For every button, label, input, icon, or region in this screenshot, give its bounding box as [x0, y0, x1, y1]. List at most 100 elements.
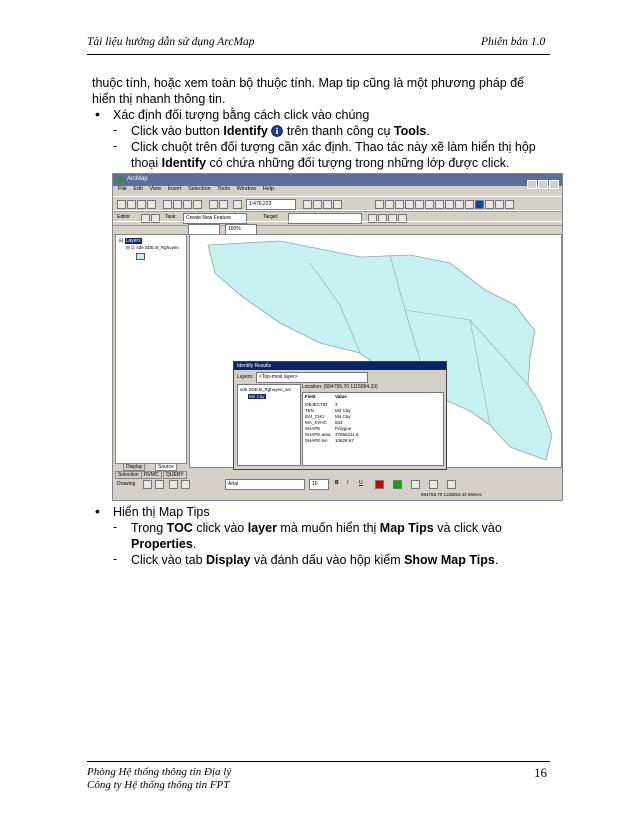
italic-icon[interactable]: I — [347, 480, 348, 486]
sub-text: có chứa những đối tượng trong những lớp … — [206, 156, 510, 170]
save-icon[interactable] — [137, 200, 146, 209]
info-icon — [271, 125, 284, 137]
drawing-menu[interactable]: Drawing — [117, 481, 135, 487]
status-coordinates: 584755.70 1115094.33 Meters — [421, 492, 482, 497]
bullet-1-text: Xác định đối tượng bằng cách click vào c… — [113, 108, 370, 122]
sub-text: thoại — [131, 156, 162, 170]
tree-root[interactable]: sde.SDE.B_Rghuyen_arc — [240, 387, 291, 392]
rectangle-icon[interactable] — [169, 480, 178, 489]
delete-icon[interactable] — [193, 200, 202, 209]
new-icon[interactable] — [117, 200, 126, 209]
marker-color-icon[interactable] — [429, 480, 438, 489]
toc-layers[interactable]: ⊟ Layers — [119, 238, 142, 244]
open-icon[interactable] — [127, 200, 136, 209]
find-icon[interactable] — [485, 200, 494, 209]
text-icon[interactable] — [181, 480, 190, 489]
bold-icon[interactable]: B — [335, 480, 339, 486]
sub-text: Trong — [131, 521, 167, 535]
shadow-color-icon[interactable] — [447, 480, 456, 489]
identify-layers-label: Layers: — [237, 374, 254, 380]
identify-icon[interactable] — [475, 200, 484, 209]
font-color-icon[interactable] — [375, 480, 384, 489]
table-of-contents: ⊟ Layers ⊟ ☑ sde.SDE.B_Rghuyen — [115, 234, 187, 464]
menu-help[interactable]: Help — [263, 186, 274, 192]
arcmap-icon — [116, 176, 124, 184]
menu-edit[interactable]: Edit — [133, 186, 142, 192]
menu-selection[interactable]: Selection — [188, 186, 211, 192]
sub-text: và đánh dấu vào hộp kiểm — [250, 553, 405, 567]
back-icon[interactable] — [435, 200, 444, 209]
footer-line-1: Phòng Hệ thống thông tin Địa lý — [87, 766, 232, 778]
georef-toolbar: 100% — [113, 221, 562, 235]
layers-label: Layers — [124, 238, 142, 244]
footer-line-2: Công ty Hệ thống thông tin FPT — [87, 779, 230, 791]
add-data-icon[interactable] — [233, 200, 242, 209]
fontsize-combo[interactable]: 10 — [309, 479, 329, 490]
identify-results-dialog: Identify Results Layers: <Top-most layer… — [233, 361, 447, 470]
window-title-bar: ArcMap — [113, 174, 562, 189]
bullet-marker: • — [95, 503, 100, 519]
tab-display[interactable]: Display — [123, 463, 146, 471]
header-left: Tài liệu hướng dẫn sử dụng ArcMap — [87, 36, 255, 48]
sub-bold: TOC — [166, 521, 193, 535]
redo-icon[interactable] — [219, 200, 228, 209]
layer-symbol[interactable] — [136, 253, 145, 260]
font-combo[interactable]: Arial — [225, 479, 305, 490]
menu-tools[interactable]: Tools — [217, 186, 230, 192]
identify-layers-combo[interactable]: <Top-most layer> — [256, 372, 368, 383]
para-line-1: thuộc tính, hoặc xem toàn bộ thuộc tính.… — [92, 76, 525, 90]
catalog-icon[interactable] — [323, 200, 332, 209]
value-cell: Polygon — [335, 426, 352, 431]
hyperlink-icon[interactable] — [505, 200, 514, 209]
select-elements-icon[interactable] — [465, 200, 474, 209]
underline-icon[interactable]: U — [359, 480, 363, 486]
bullet-1-sub-1: Click vào button Identify trên thanh côn… — [131, 123, 430, 139]
fixed-zoom-in-icon[interactable] — [395, 200, 404, 209]
value-cell: 10628.67 — [335, 438, 354, 443]
tab-source[interactable]: Source — [155, 463, 177, 471]
forward-icon[interactable] — [445, 200, 454, 209]
menu-window[interactable]: Window — [237, 186, 257, 192]
print-icon[interactable] — [147, 200, 156, 209]
sub-bold: layer — [247, 521, 277, 535]
copy-icon[interactable] — [173, 200, 182, 209]
editor-menu[interactable]: Editor — [117, 214, 130, 220]
dash-marker: - — [113, 520, 118, 534]
sub-bold: Identify — [223, 124, 268, 138]
menu-file[interactable]: File — [118, 186, 127, 192]
rotate-icon[interactable] — [155, 480, 164, 489]
pan-icon[interactable] — [415, 200, 424, 209]
paste-icon[interactable] — [183, 200, 192, 209]
editor-toolbar-icon[interactable] — [303, 200, 312, 209]
bullet-2-sub-2: Click vào tab Display và đánh dấu vào hộ… — [131, 552, 498, 568]
status-bar: 584755.70 1115094.33 Meters — [113, 490, 562, 500]
fixed-zoom-out-icon[interactable] — [405, 200, 414, 209]
select-features-icon[interactable] — [455, 200, 464, 209]
field-cell: MA_XVHC — [305, 420, 327, 425]
help-icon[interactable] — [333, 200, 342, 209]
value-cell: Mỏ Cày — [335, 414, 351, 419]
tree-child[interactable]: Mỏ Cày — [248, 394, 266, 399]
bullet-2-sub-1-line-1: Trong TOC click vào layer mà muốn hiển t… — [131, 520, 502, 536]
menu-insert[interactable]: Insert — [168, 186, 182, 192]
menu-view[interactable]: View — [149, 186, 161, 192]
select-elements-icon[interactable] — [143, 480, 152, 489]
line-color-icon[interactable] — [411, 480, 420, 489]
measure-icon[interactable] — [495, 200, 504, 209]
bullet-2-text: Hiển thị Map Tips — [113, 505, 210, 519]
zoom-in-icon[interactable] — [375, 200, 384, 209]
identify-tree: sde.SDE.B_Rghuyen_arc Mỏ Cày — [237, 384, 301, 466]
target-label: Target: — [263, 214, 279, 220]
identify-title: Identify Results — [234, 362, 446, 370]
undo-icon[interactable] — [209, 200, 218, 209]
window-title: ArcMap — [127, 176, 148, 182]
arctoolbox-icon[interactable] — [313, 200, 322, 209]
full-extent-icon[interactable] — [425, 200, 434, 209]
cut-icon[interactable] — [163, 200, 172, 209]
toc-layer[interactable]: ⊟ ☑ sde.SDE.B_Rghuyen — [126, 245, 179, 251]
fill-color-icon[interactable] — [393, 480, 402, 489]
col-field: Field — [305, 394, 316, 399]
scale-combo[interactable]: 1:476,223 — [246, 199, 296, 210]
zoom-out-icon[interactable] — [385, 200, 394, 209]
field-cell: SHAPE — [305, 426, 321, 431]
